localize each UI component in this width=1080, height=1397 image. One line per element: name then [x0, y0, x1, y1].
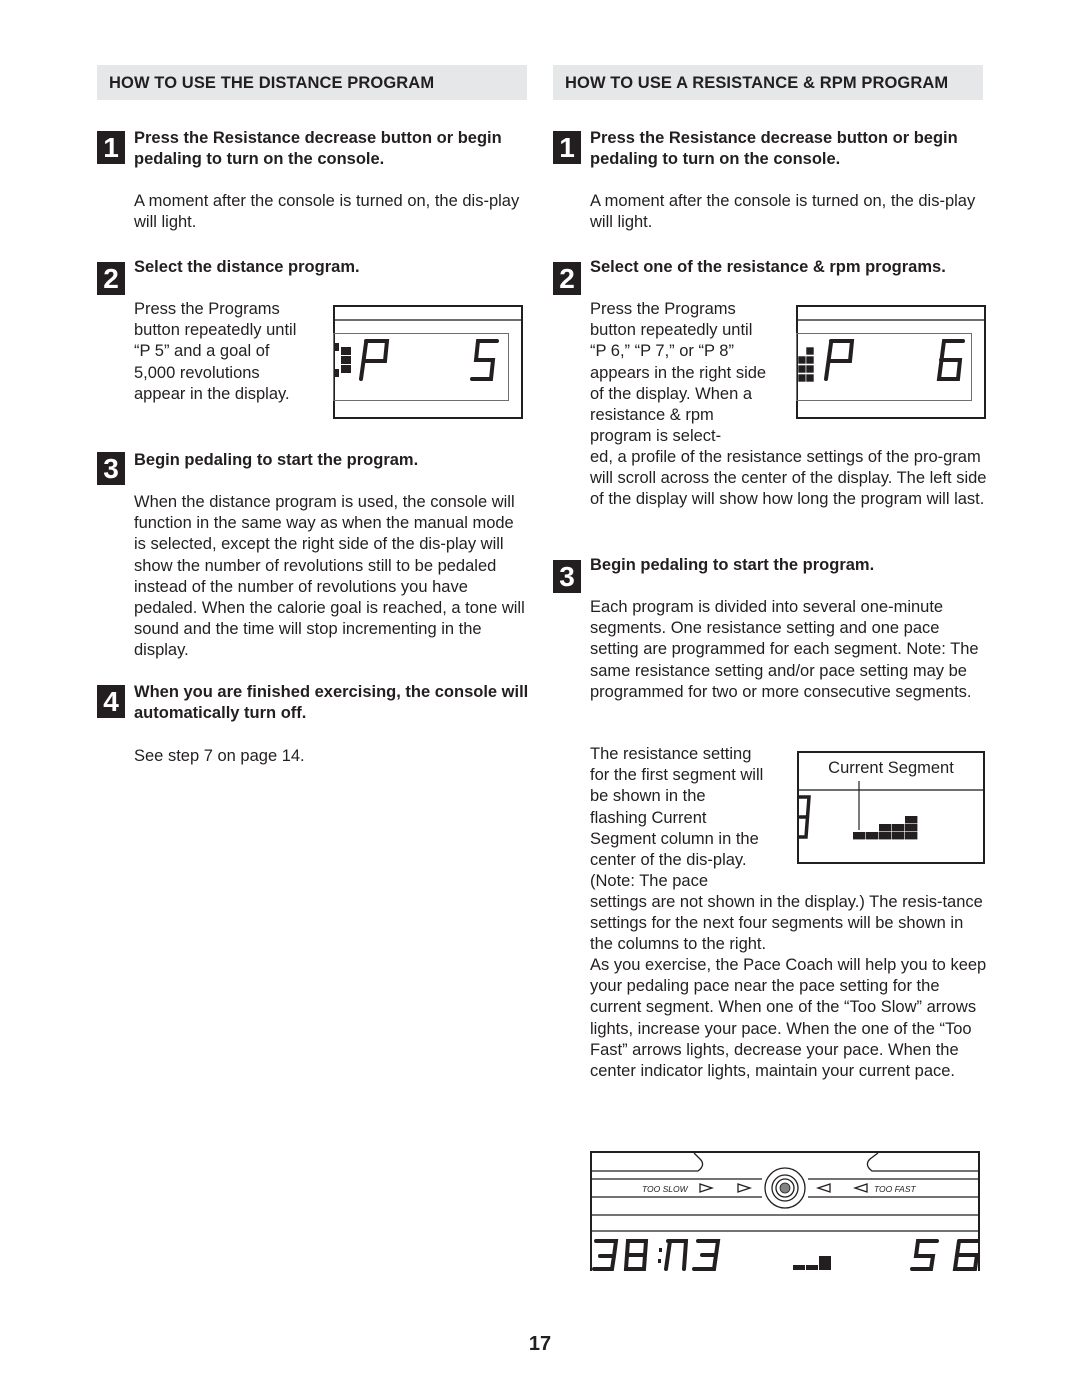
lcd-digit-right [936, 339, 965, 381]
profile-bar [335, 343, 339, 351]
right-readout-digits [910, 1239, 980, 1271]
too-fast-arrow-1 [815, 1183, 831, 1193]
too-fast-arrow-2 [852, 1183, 868, 1193]
profile-bar [798, 364, 807, 374]
segment-explanation-continued: settings are not shown in the display.) … [590, 893, 983, 954]
lcd-segments [335, 339, 499, 381]
step-body: See step 7 on page 14. [134, 747, 305, 765]
too-slow-label: TOO SLOW [642, 1184, 688, 1194]
segment-bar-cell [892, 824, 905, 832]
pace-coach-display: TOO SLOW TOO FAST [590, 1151, 980, 1271]
profile-bar [805, 373, 815, 383]
step-body: A moment after the console is turned on,… [134, 192, 520, 232]
too-slow-arrow-2 [737, 1183, 753, 1193]
step-number-badge: 3 [553, 560, 581, 593]
page-number: 17 [528, 1333, 552, 1355]
too-fast-label: TOO FAST [874, 1184, 916, 1194]
step-number-badge: 2 [97, 262, 125, 295]
segment-explanation-wrapped: The resistance setting for the first seg… [590, 745, 764, 891]
section-header-resistance-rpm: HOW TO USE A RESISTANCE & RPM PROGRAM [553, 65, 983, 100]
profile-bar [805, 364, 815, 374]
segment-bar-cell [892, 832, 905, 840]
profile-bar [335, 369, 339, 377]
segment-bar-cell [879, 824, 892, 832]
segment-bar-cell [866, 832, 879, 840]
segment-bar-cell [879, 832, 892, 840]
profile-bar [341, 365, 351, 373]
step-body: A moment after the console is turned on,… [590, 192, 976, 232]
pace-profile-bars [793, 1256, 831, 1270]
current-segment-display: Current Segment [797, 751, 985, 864]
pace-indicator-center [779, 1182, 791, 1194]
step-body-continued: ed, a profile of the resistance settings… [590, 448, 987, 509]
step-title: Select the distance program. [134, 258, 360, 276]
profile-bar [805, 346, 815, 356]
display-tab-right [866, 1152, 978, 1172]
segment-bar-cell [853, 832, 866, 840]
profile-bar [341, 347, 351, 355]
lcd-digit-partial [799, 795, 811, 839]
step-body: Each program is divided into several one… [590, 598, 979, 701]
step-number-badge: 1 [97, 131, 125, 164]
pace-coach-graphic [592, 1152, 980, 1271]
segment-bar-cell [905, 824, 918, 832]
profile-bar [805, 355, 815, 365]
display-tab-left [592, 1152, 704, 1172]
lcd-segments [798, 339, 965, 383]
pace-coach-explanation: As you exercise, the Pace Coach will hel… [590, 956, 987, 1081]
step-number-badge: 4 [97, 685, 125, 718]
lcd-digit-right [470, 339, 499, 381]
segment-bar-cell [905, 816, 918, 824]
lcd-display-p6 [796, 305, 986, 419]
lcd-digit-left [824, 339, 855, 381]
step-title: Press the Resistance decrease button or … [590, 129, 958, 168]
step-number-badge: 2 [553, 262, 581, 295]
step-title: Press the Resistance decrease button or … [134, 129, 502, 168]
profile-bar [798, 373, 807, 383]
time-readout-digits [592, 1239, 721, 1271]
step-body-wrapped: Press the Programs button repeatedly unt… [590, 300, 767, 446]
step-title: Begin pedaling to start the program. [134, 451, 419, 469]
distance-program-section: HOW TO USE THE DISTANCE PROGRAM 1 Press … [97, 65, 528, 765]
step-body: When the distance program is used, the c… [134, 493, 525, 660]
step-title: Select one of the resistance & rpm progr… [590, 258, 946, 276]
too-slow-arrow-1 [699, 1183, 715, 1193]
step-number-badge: 3 [97, 452, 125, 485]
section-header-distance: HOW TO USE THE DISTANCE PROGRAM [97, 65, 527, 100]
lcd-digit-left [359, 339, 390, 381]
segment-bars-chart [799, 781, 918, 840]
step-title: Begin pedaling to start the program. [590, 556, 875, 574]
profile-bar [341, 356, 351, 364]
resistance-rpm-program-section: HOW TO USE A RESISTANCE & RPM PROGRAM 1 … [553, 65, 986, 1271]
profile-bar [798, 355, 807, 365]
segment-bar-cell [905, 832, 918, 840]
step-body: Press the Programs button repeatedly unt… [134, 300, 297, 403]
step-title: When you are finished exercising, the co… [134, 683, 529, 722]
step-number-badge: 1 [553, 131, 581, 164]
lcd-display-p5 [333, 305, 523, 419]
